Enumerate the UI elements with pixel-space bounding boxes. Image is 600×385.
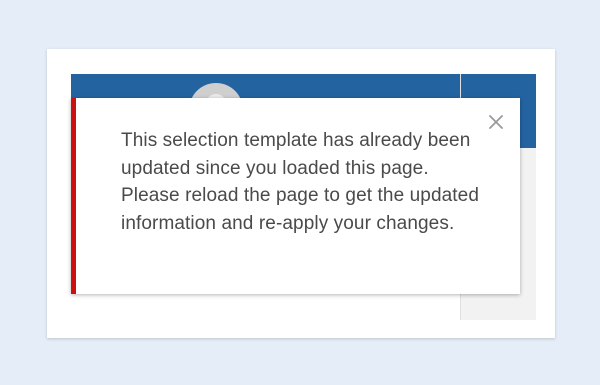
error-alert: This selection template has already been… <box>71 98 520 294</box>
close-icon <box>489 115 503 129</box>
close-button[interactable] <box>484 110 508 134</box>
alert-message: This selection template has already been… <box>121 130 479 234</box>
